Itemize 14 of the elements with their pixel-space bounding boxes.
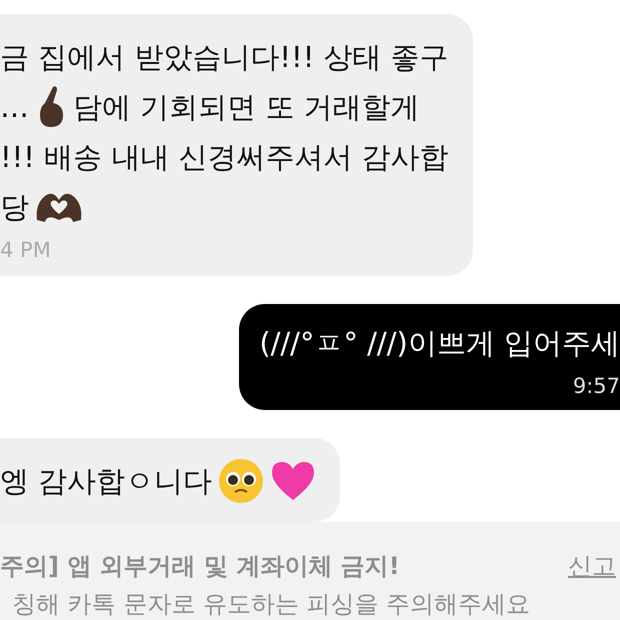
message-text: !!! 배송 내내 신경써주셔서 감사합 [0, 139, 449, 176]
message-time: 9:57 [572, 373, 620, 400]
heart-icon [270, 460, 316, 502]
message-text: 담에 기회되면 또 거래할게 [73, 89, 420, 126]
message-text: 당 [0, 189, 29, 226]
message-text: 엥 감사합ㅇ니다 [0, 463, 212, 500]
message-text: 금 집에서 받았습니다!!! 상태 좋구 [0, 39, 449, 76]
pleading-face-icon [218, 458, 264, 504]
message-text: (///°ㅍ° ///)이쁘게 입어주세 [259, 325, 620, 362]
notice-text: 칭해 카톡 문자로 유도하는 피싱을 주의해주세요 [11, 589, 532, 620]
notice-title: 주의] 앱 외부거래 및 계좌이체 금지! [0, 551, 400, 582]
report-link[interactable]: 신고 [568, 550, 620, 582]
message-text: … [0, 89, 29, 126]
message-time: 4 PM [0, 237, 51, 264]
